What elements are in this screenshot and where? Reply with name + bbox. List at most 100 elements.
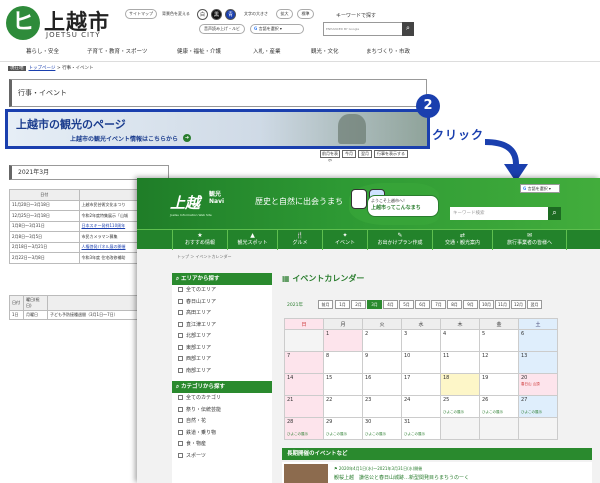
color-black-button[interactable]: 黒 [211,9,222,20]
calendar-cell[interactable]: 5 [479,329,519,352]
calendar-cell[interactable]: 16 [362,373,402,396]
checkbox[interactable] [178,321,183,327]
checkbox[interactable] [178,406,183,412]
search-icon[interactable]: ⌕ [402,22,414,36]
month-button[interactable]: 7月 [431,300,446,309]
checkbox[interactable] [178,287,183,292]
calendar-cell[interactable]: 27 ひよこの展示 [518,395,558,418]
month-button[interactable]: 6月 [415,300,430,309]
calendar-cell-today[interactable]: 18 [440,373,480,396]
nav-events[interactable]: ✦ イベント [322,230,367,250]
month-button[interactable]: 10月 [479,300,494,309]
prev-month-button[interactable]: 前月を表示 [320,150,340,162]
nav-gourmet[interactable]: 🍴 グルメ [277,230,322,250]
calendar-cell[interactable]: 4 [440,329,480,352]
category-option[interactable]: スポーツ [172,451,272,463]
area-option[interactable]: 北部エリア [172,331,272,343]
long-event-item[interactable]: ⚑ 2020年4月1日(水)～2021年3月31日(水)開催 観桜上越 謙信公と… [282,462,592,483]
next-month-button[interactable]: 翌月 [358,150,372,158]
calendar-cell[interactable]: 23 [362,395,402,418]
welcome-bubble[interactable]: ようこそ上越市へ！ 上越市ってこんなまち [367,195,439,217]
event-tag[interactable]: ひよこの展示 [443,410,477,415]
calendar-cell[interactable]: 13 [518,351,558,374]
calendar-cell[interactable]: 10 [401,351,441,374]
nav-plan[interactable]: ✎ お出かけプラン作成 [367,230,432,250]
month-button[interactable]: 9月 [463,300,478,309]
calendar-cell[interactable]: 24 [401,395,441,418]
calendar-cell[interactable]: 17 [401,373,441,396]
enlarge-button[interactable]: 拡大 [276,9,293,19]
language-select[interactable]: G 言語を選択 ▾ [250,24,304,34]
nav-living[interactable]: 暮らし・安全 [26,47,59,55]
month-button[interactable]: 12月 [511,300,526,309]
checkbox[interactable] [178,356,183,361]
month-next[interactable]: 翌月 [527,300,542,309]
calendar-cell[interactable]: 9 [362,351,402,374]
calendar-cell[interactable]: 19 [479,373,519,396]
event-thumbnail[interactable] [284,464,328,483]
show-events-button[interactable]: 行事を表示する [374,150,408,158]
tourism-banner[interactable]: 上越市の観光のページ 上越市の観光イベント情報はこちらから ➜ [5,109,430,149]
checkbox[interactable] [178,367,183,373]
area-option[interactable]: 高田エリア [172,308,272,320]
area-option[interactable]: 東部エリア [172,343,272,355]
category-option[interactable]: 自然・花 [172,416,272,428]
month-button[interactable]: 2月 [351,300,366,309]
calendar-cell[interactable]: 3 [401,329,441,352]
nav-childcare[interactable]: 子育て・教育・スポーツ [87,47,147,55]
checkbox[interactable] [178,298,183,304]
color-blue-button[interactable]: 青 [225,9,236,20]
event-tag[interactable]: ひよこの展示 [326,432,360,437]
calendar-cell[interactable]: 31 ひよこの展示 [401,417,441,440]
calendar-cell[interactable]: 22 [323,395,363,418]
city-logo-icon[interactable]: ヒ [6,6,40,40]
category-option[interactable]: 全てのカテゴリ [172,393,272,405]
area-option[interactable]: 全てのエリア [172,285,272,297]
calendar-cell[interactable]: 25 ひよこの展示 [440,395,480,418]
checkbox[interactable] [178,452,183,458]
event-tag[interactable]: ひよこの展示 [482,410,516,415]
checkbox[interactable] [178,333,183,338]
month-button[interactable]: 8月 [447,300,462,309]
calendar-cell[interactable]: 21 [284,395,324,418]
month-button[interactable]: 11月 [495,300,510,309]
area-option[interactable]: 南部エリア [172,366,272,378]
checkbox[interactable] [178,310,183,315]
nav-health[interactable]: 健康・福祉・介護 [177,47,221,55]
this-month-button[interactable]: 今月 [342,150,356,158]
row-text[interactable]: 子ども予防接種週間（3月1日～7日） [47,310,149,320]
calendar-cell[interactable]: 15 [323,373,363,396]
month-button-selected[interactable]: 3月 [367,300,382,309]
color-white-button[interactable]: 白 [197,9,208,20]
tourism-language-select[interactable]: G 言語を選択 ▾ [520,184,560,193]
calendar-cell[interactable]: 8 [323,351,363,374]
standard-button[interactable]: 標準 [297,9,314,19]
audio-button[interactable]: 音声読み上げ・ルビ [199,24,245,34]
checkbox[interactable] [178,395,183,400]
calendar-cell[interactable]: 14 [284,373,324,396]
area-option[interactable]: 直江津エリア [172,320,272,332]
breadcrumb-home[interactable]: トップページ [29,66,56,71]
event-tag[interactable]: ひよこの展示 [521,410,555,415]
nav-spots[interactable]: ▲ 観光スポット [227,230,277,250]
nav-industry[interactable]: 入札・産業 [253,47,281,55]
event-tag[interactable]: 春日山 山頂 [521,382,555,387]
calendar-cell[interactable]: 11 [440,351,480,374]
checkbox[interactable] [178,418,183,423]
category-option[interactable]: 祭り・伝統芸能 [172,405,272,417]
area-option[interactable]: 春日山エリア [172,297,272,309]
nav-traffic[interactable]: ⇄ 交通・観光案内 [432,230,492,250]
checkbox[interactable] [178,344,183,350]
city-search-input[interactable]: ENHANCED BY Google [323,22,413,36]
month-button[interactable]: 5月 [399,300,414,309]
category-option[interactable]: 食・物産 [172,439,272,451]
tourism-logo[interactable]: 上越 [170,192,200,213]
checkbox[interactable] [178,441,183,446]
search-icon[interactable]: ⌕ [548,207,561,220]
calendar-cell[interactable]: 28 ひよこの展示 [284,417,324,440]
calendar-cell[interactable]: 6 [518,329,558,352]
nav-city[interactable]: まちづくり・市政 [366,47,410,55]
checkbox[interactable] [178,429,183,435]
tourism-search-input[interactable]: キーワード検索 [450,207,548,220]
calendar-cell-holiday[interactable]: 20 春日山 山頂 [518,373,558,396]
